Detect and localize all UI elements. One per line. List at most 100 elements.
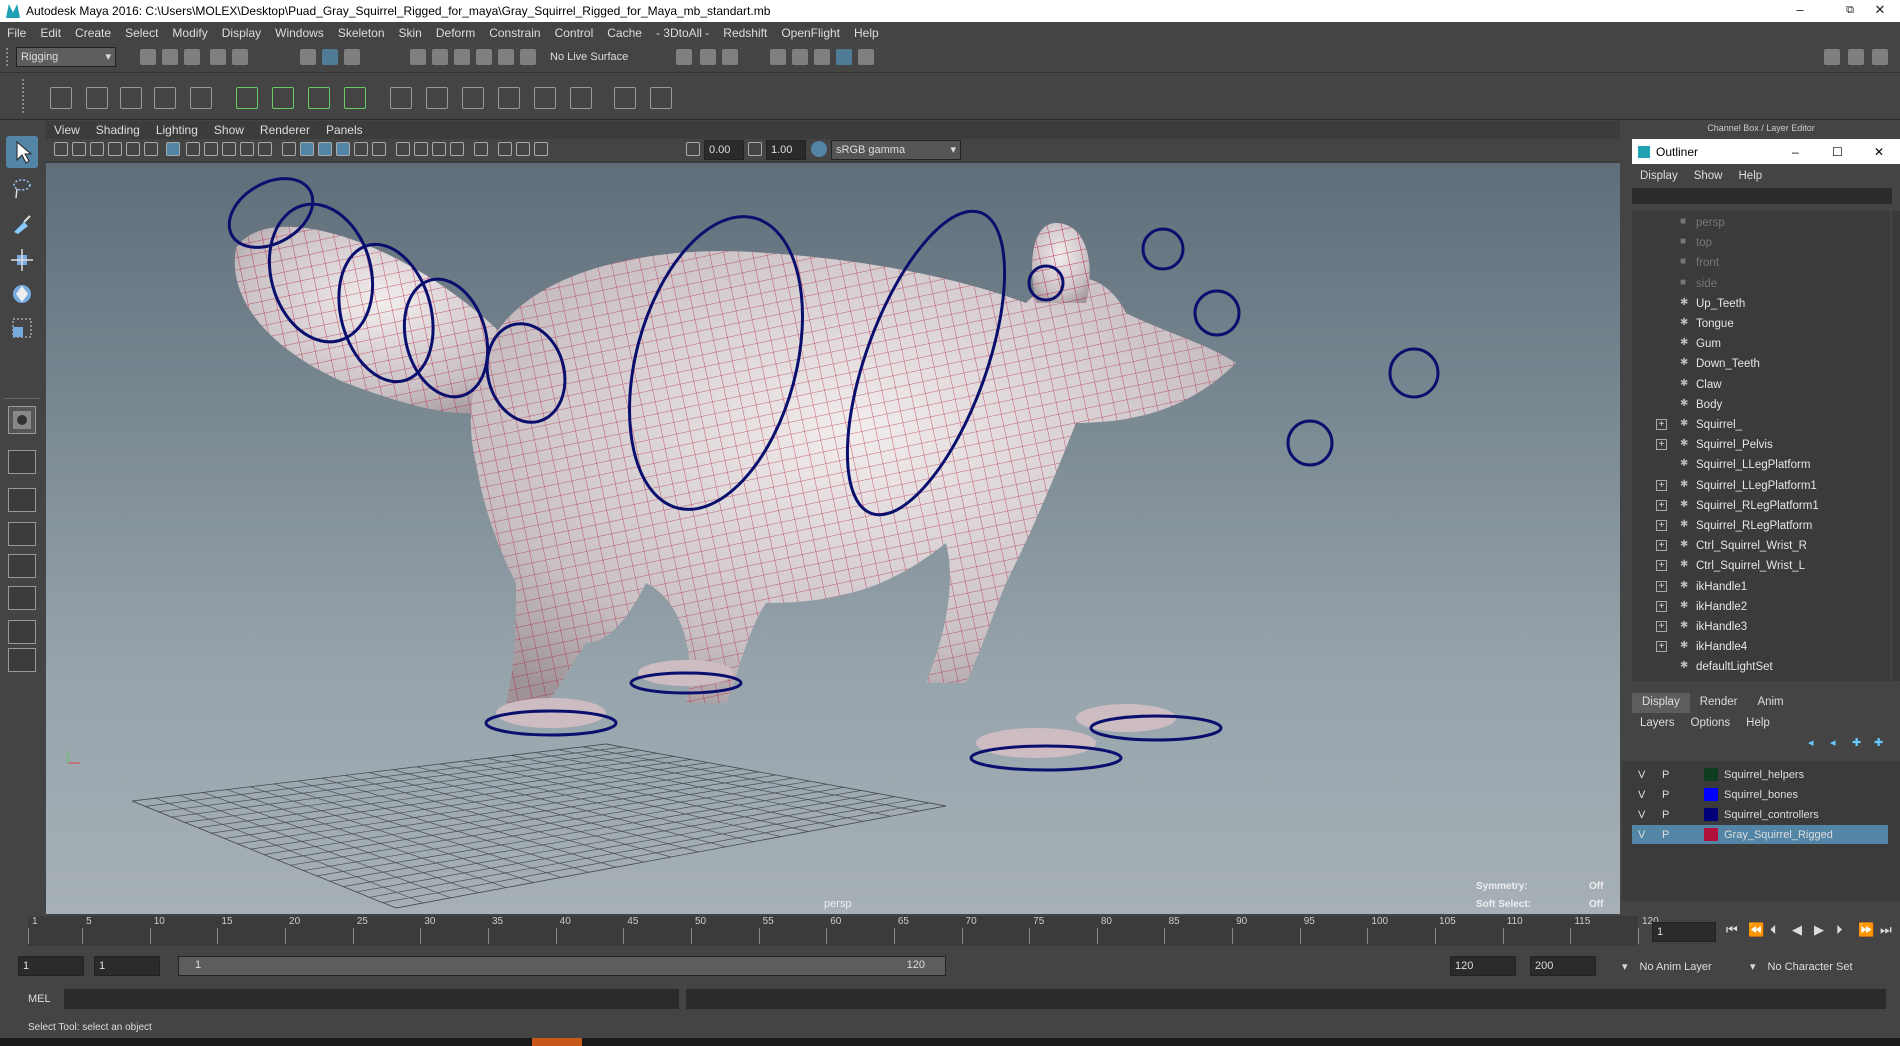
point-constraint-icon[interactable] xyxy=(390,87,412,109)
smooth-shade-icon[interactable] xyxy=(300,142,314,156)
outliner-scrollbar[interactable] xyxy=(1892,211,1900,681)
outliner-item[interactable]: ■ side xyxy=(1632,274,1890,294)
xray-active-icon[interactable] xyxy=(516,142,530,156)
maximize-button[interactable]: ☐ xyxy=(1832,145,1843,159)
xray-joints-icon[interactable] xyxy=(534,142,548,156)
ik-spline-icon[interactable] xyxy=(120,87,142,109)
go-to-start-button[interactable]: ⏮ xyxy=(1726,922,1738,938)
layer-menu-help[interactable]: Help xyxy=(1738,717,1778,729)
outliner-item[interactable]: + ✱ ikHandle1 xyxy=(1632,577,1890,597)
new-layer-selected-icon[interactable]: ✚ xyxy=(1874,736,1883,749)
outliner-item[interactable]: ✱ Body xyxy=(1632,395,1890,415)
outliner-item[interactable]: + ✱ Squirrel_ xyxy=(1632,415,1890,435)
menu-create[interactable]: Create xyxy=(68,26,118,40)
camera-attributes-icon[interactable] xyxy=(72,142,86,156)
color-management-icon[interactable] xyxy=(811,141,827,157)
menu-openflight[interactable]: OpenFlight xyxy=(774,26,847,40)
move-layer-down-icon[interactable]: ◂ xyxy=(1830,736,1836,749)
outliner-tree[interactable]: ■ persp ■ top ■ front ■ side ✱ Up_Teeth ✱ Tongue ✱ Gu… xyxy=(1632,211,1890,681)
menu-help[interactable]: Help xyxy=(847,26,886,40)
persp-script-layout-button[interactable] xyxy=(8,586,36,610)
outliner-item[interactable]: + ✱ ikHandle2 xyxy=(1632,597,1890,617)
exposure-icon[interactable] xyxy=(686,142,700,156)
interactive-bind-icon[interactable] xyxy=(308,87,330,109)
gamma-field[interactable]: 1.00 xyxy=(766,140,806,160)
viewport-menu-show[interactable]: Show xyxy=(206,123,252,137)
expand-icon[interactable]: + xyxy=(1656,560,1667,572)
paint-weights-icon[interactable] xyxy=(344,87,366,109)
anim-layer-dropdown[interactable]: ▾ No Anim Layer xyxy=(1622,960,1712,973)
menu-deform[interactable]: Deform xyxy=(429,26,482,40)
layer-row[interactable]: V P Squirrel_controllers xyxy=(1632,805,1888,824)
layer-list[interactable]: V P Squirrel_helpers V P Squirrel_bones V P Squi… xyxy=(1622,761,1900,901)
channel-box-icon[interactable] xyxy=(1848,49,1864,65)
select-object-icon[interactable] xyxy=(322,49,338,65)
outliner-item[interactable]: ✱ defaultLightSet xyxy=(1632,657,1890,677)
grid-icon[interactable] xyxy=(166,142,180,156)
snap-view-icon[interactable] xyxy=(498,49,514,65)
outliner-item[interactable]: + ✱ Squirrel_RLegPlatform1 xyxy=(1632,496,1890,516)
locator-icon[interactable] xyxy=(614,87,636,109)
visibility-toggle[interactable]: V xyxy=(1638,809,1645,821)
construction-history-icon[interactable] xyxy=(722,49,738,65)
step-forward-frame-button[interactable]: ⏵ xyxy=(1836,922,1843,938)
move-layer-up-icon[interactable]: ◂ xyxy=(1808,736,1814,749)
expand-icon[interactable]: + xyxy=(1656,641,1667,653)
outliner-persp-layout-button[interactable] xyxy=(8,488,36,512)
gate-mask-icon[interactable] xyxy=(222,142,236,156)
range-slider[interactable]: 1 120 xyxy=(178,956,946,976)
menu-edit[interactable]: Edit xyxy=(33,26,68,40)
playback-toggle[interactable]: P xyxy=(1662,769,1669,781)
viewport-menu-shading[interactable]: Shading xyxy=(88,123,148,137)
depth-of-field-icon[interactable] xyxy=(450,142,464,156)
persp-graph-layout-button[interactable] xyxy=(8,522,36,546)
exposure-field[interactable]: 0.00 xyxy=(704,140,744,160)
expand-icon[interactable]: + xyxy=(1656,479,1667,491)
attribute-editor-icon[interactable] xyxy=(1872,49,1888,65)
rotate-tool-button[interactable] xyxy=(10,282,34,306)
step-back-key-button[interactable]: ⏪ xyxy=(1748,922,1764,938)
squirrel-scene[interactable] xyxy=(46,163,1620,914)
outliner-item[interactable]: + ✱ Squirrel_Pelvis xyxy=(1632,435,1890,455)
parent-constraint-icon[interactable] xyxy=(534,87,556,109)
bookmarks-icon[interactable] xyxy=(90,142,104,156)
four-view-layout-button[interactable] xyxy=(8,450,36,474)
layer-row[interactable]: V P Gray_Squirrel_Rigged xyxy=(1632,825,1888,844)
joint-tool-icon[interactable] xyxy=(50,87,72,109)
outliner-item[interactable]: ✱ Gum xyxy=(1632,334,1890,354)
motion-blur-icon[interactable] xyxy=(414,142,428,156)
snap-grid-icon[interactable] xyxy=(410,49,426,65)
scale-tool-button[interactable] xyxy=(10,316,34,340)
aim-constraint-icon[interactable] xyxy=(426,87,448,109)
outliner-item[interactable]: + ✱ ikHandle4 xyxy=(1632,637,1890,657)
time-slider[interactable]: 1 5 10 15 20 25 30 35 40 45 50 55 60 65 70 75 80 85 90 95 10… xyxy=(0,914,1900,954)
visibility-toggle[interactable]: V xyxy=(1638,769,1645,781)
command-input[interactable] xyxy=(64,989,679,1009)
taskbar-app-indicator[interactable] xyxy=(532,1038,582,1046)
use-lights-icon[interactable] xyxy=(354,142,368,156)
current-frame-field[interactable]: 1 xyxy=(1652,922,1716,942)
close-button[interactable]: ✕ xyxy=(1860,0,1900,22)
minimize-button[interactable]: – xyxy=(1780,0,1820,22)
playback-toggle[interactable]: P xyxy=(1662,829,1669,841)
bind-skin-icon[interactable] xyxy=(236,87,258,109)
go-to-end-button[interactable]: ⏭ xyxy=(1880,922,1892,938)
viewport-menu-renderer[interactable]: Renderer xyxy=(252,123,318,137)
step-back-frame-button[interactable]: ⏴ xyxy=(1770,922,1777,938)
layer-row[interactable]: V P Squirrel_helpers xyxy=(1632,765,1888,784)
outliner-item[interactable]: + ✱ Ctrl_Squirrel_Wrist_L xyxy=(1632,556,1890,576)
play-forwards-button[interactable]: ▶ xyxy=(1814,922,1824,938)
layer-color-swatch[interactable] xyxy=(1704,828,1718,841)
resolution-gate-icon[interactable] xyxy=(204,142,218,156)
layer-tab-render[interactable]: Render xyxy=(1690,693,1748,713)
select-component-icon[interactable] xyxy=(344,49,360,65)
menu-cache[interactable]: Cache xyxy=(600,26,649,40)
ik-handle-icon[interactable] xyxy=(86,87,108,109)
menu-redshift[interactable]: Redshift xyxy=(716,26,774,40)
cluster-icon[interactable] xyxy=(650,87,672,109)
render-icon[interactable] xyxy=(770,49,786,65)
graph-hypershade-layout-button[interactable] xyxy=(8,554,36,578)
input-ops-icon[interactable] xyxy=(676,49,692,65)
snap-live-icon[interactable] xyxy=(520,49,536,65)
outliner-menu-help[interactable]: Help xyxy=(1731,170,1771,182)
